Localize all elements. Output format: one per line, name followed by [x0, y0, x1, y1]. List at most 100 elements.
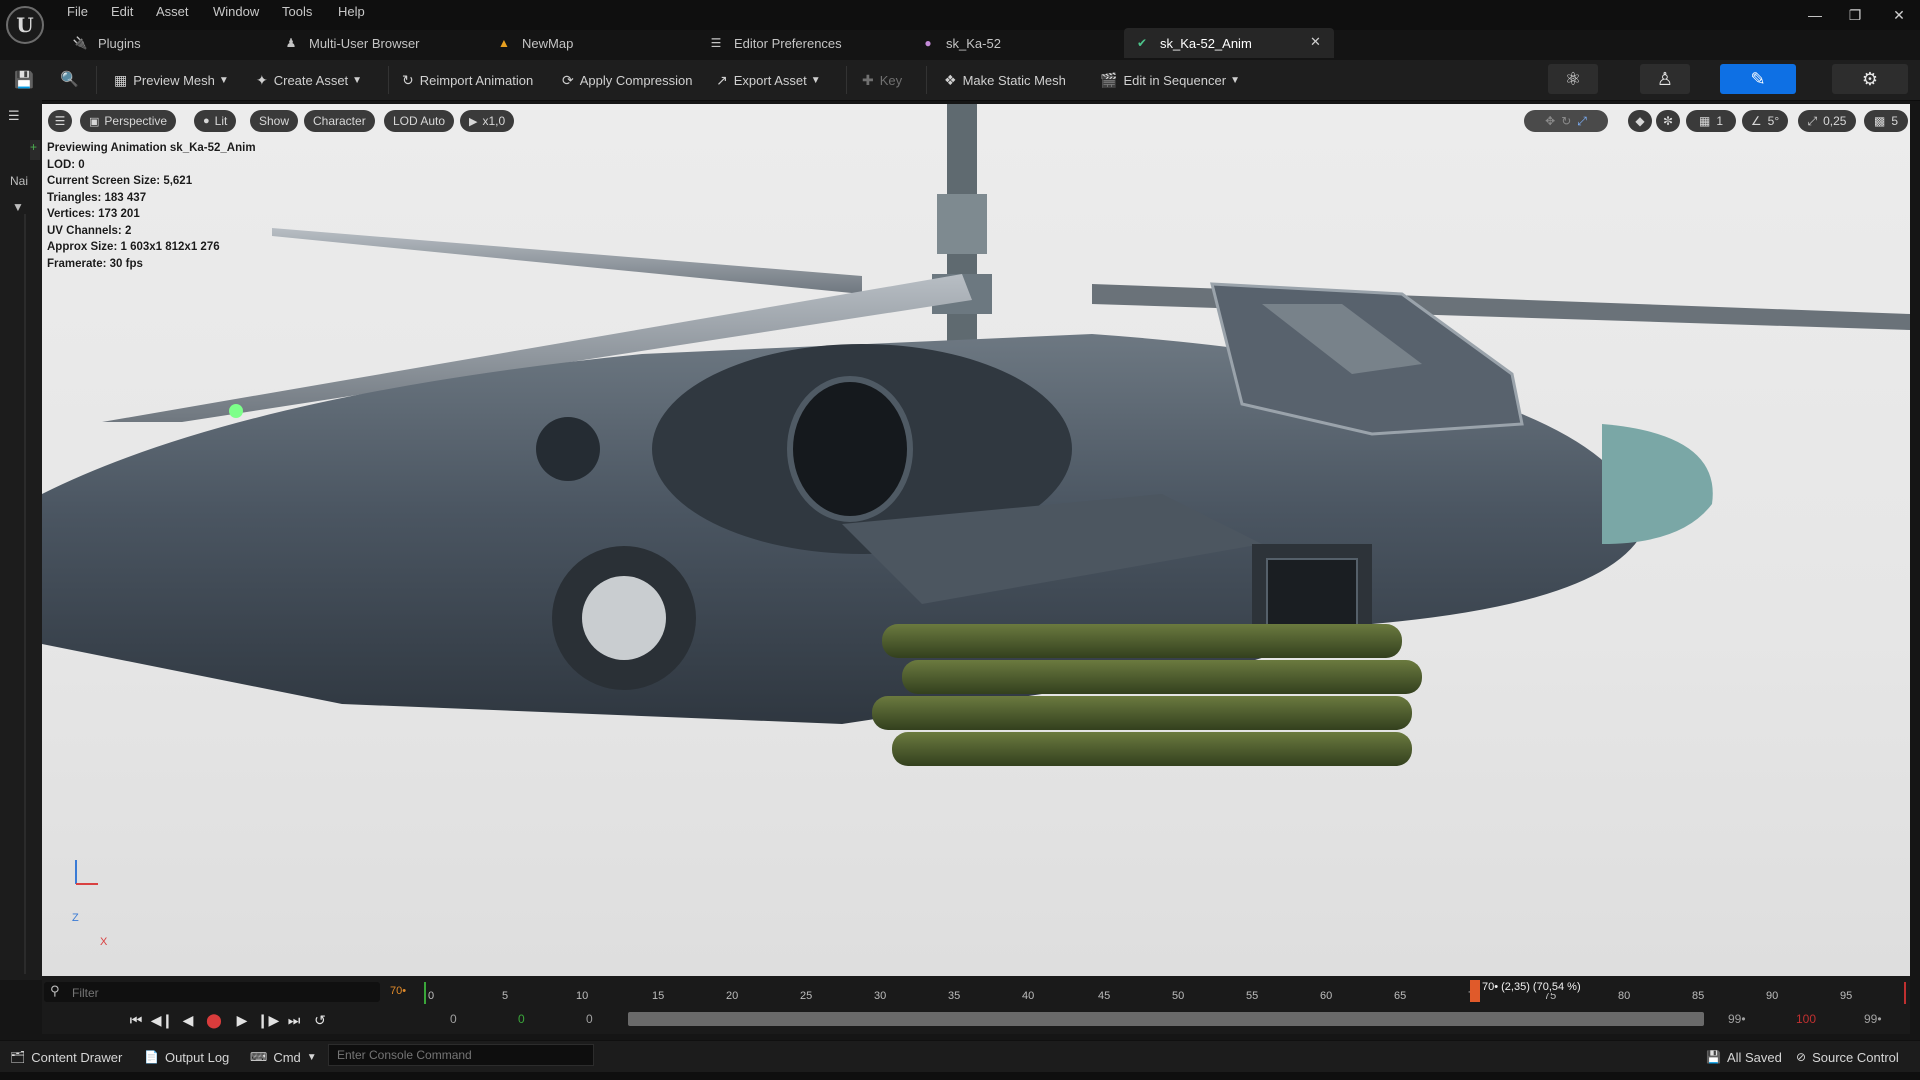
- tab-label: sk_Ka-52: [946, 35, 1001, 51]
- browse-asset-icon[interactable]: 🔍: [60, 70, 80, 90]
- make-static-mesh-button[interactable]: ❖ Make Static Mesh: [944, 68, 1066, 92]
- camera-speed-button[interactable]: ▩ 5: [1864, 110, 1908, 132]
- key-button[interactable]: ✚ Key: [862, 68, 902, 92]
- export-asset-label: Export Asset: [733, 72, 807, 88]
- speed-label: x1,0: [482, 114, 506, 128]
- minimize-icon[interactable]: —: [1800, 4, 1830, 26]
- filter-input[interactable]: [70, 982, 374, 1004]
- tab-sk-ka-52[interactable]: ● sk_Ka-52: [920, 30, 1001, 56]
- tree-line: [24, 214, 26, 974]
- create-asset-button[interactable]: ✦ Create Asset ▼: [256, 68, 362, 92]
- menu-help[interactable]: Help: [338, 4, 365, 19]
- save-icon[interactable]: 💾: [14, 70, 34, 90]
- menu-asset[interactable]: Asset: [156, 4, 189, 19]
- play-icon[interactable]: ▶: [232, 1010, 252, 1030]
- range-end-value[interactable]: 99•: [1864, 1012, 1882, 1026]
- close-tab-icon[interactable]: ✕: [1310, 34, 1321, 50]
- show-button[interactable]: Show: [250, 110, 299, 132]
- mesh-mode-icon[interactable]: ♙: [1640, 64, 1690, 94]
- panel-icon[interactable]: ☰: [8, 108, 20, 124]
- reimport-label: Reimport Animation: [419, 72, 534, 88]
- step-forward-icon[interactable]: ❙▶: [257, 1010, 280, 1030]
- console-command-input[interactable]: [328, 1044, 594, 1066]
- map-icon: ▲: [498, 36, 510, 50]
- lit-button[interactable]: ● Lit: [194, 110, 237, 132]
- viewport-stats: Previewing Animation sk_Ka-52_Anim LOD: …: [47, 140, 256, 272]
- perspective-button[interactable]: ▣ Perspective: [80, 110, 177, 132]
- menu-tools[interactable]: Tools: [282, 4, 312, 19]
- left-panel-strip: [0, 100, 42, 980]
- apply-compression-button[interactable]: ⟳ Apply Compression: [562, 68, 692, 92]
- tab-sk-ka-52-anim[interactable]: ✔ sk_Ka-52_Anim: [1134, 30, 1252, 56]
- filter-icon[interactable]: ▼: [12, 200, 24, 214]
- restore-icon[interactable]: ❐: [1840, 4, 1870, 26]
- menu-window[interactable]: Window: [213, 4, 259, 19]
- tab-editor-preferences[interactable]: ☰ Editor Preferences: [708, 30, 842, 56]
- playback-end-value[interactable]: 100: [1796, 1012, 1816, 1026]
- end-marker[interactable]: [1904, 982, 1906, 1004]
- tab-newmap[interactable]: ▲ NewMap: [496, 30, 573, 56]
- animation-mode-icon[interactable]: ✎: [1720, 64, 1796, 94]
- angle-snap-button[interactable]: ∠ 5°: [1742, 110, 1788, 132]
- playhead-label: 70• (2,35) (70,54 %): [1480, 981, 1583, 993]
- tab-label: Plugins: [98, 35, 141, 51]
- tab-plugins[interactable]: 🔌 Plugins: [72, 30, 141, 56]
- lod-label: LOD Auto: [393, 114, 446, 128]
- animation-viewport[interactable]: [42, 104, 1910, 976]
- view-start-value[interactable]: 0: [586, 1012, 593, 1026]
- skip-to-start-icon[interactable]: ⏮: [126, 1010, 146, 1030]
- surface-snap-icon[interactable]: ✼: [1656, 110, 1680, 132]
- menu-edit[interactable]: Edit: [111, 4, 133, 19]
- skeleton-mode-icon[interactable]: ⚛: [1548, 64, 1598, 94]
- play-reverse-icon[interactable]: ◀: [178, 1010, 198, 1030]
- loop-icon[interactable]: ↺: [310, 1010, 330, 1030]
- timeline-scrollbar[interactable]: [628, 1012, 1704, 1026]
- preview-mesh-button[interactable]: ▦ Preview Mesh ▼: [114, 68, 229, 92]
- all-saved-button[interactable]: 💾 All Saved: [1706, 1048, 1782, 1066]
- step-back-icon[interactable]: ◀❙: [151, 1010, 174, 1030]
- missile-tube: [872, 696, 1412, 730]
- missile-tube: [892, 732, 1412, 766]
- tick-label: 60: [1320, 990, 1333, 1002]
- start-marker[interactable]: [424, 982, 426, 1004]
- viewport-menu-icon[interactable]: ☰: [48, 110, 72, 132]
- reimport-icon: ↻: [402, 71, 414, 88]
- unreal-logo-icon[interactable]: U: [6, 6, 44, 44]
- physics-mode-icon[interactable]: ⚙: [1832, 64, 1908, 94]
- local-space-icon[interactable]: ◆: [1628, 110, 1652, 132]
- content-drawer-button[interactable]: 🗂 Content Drawer: [10, 1048, 122, 1066]
- track-filter[interactable]: ⚲: [44, 982, 380, 1004]
- playback-start-value[interactable]: 0: [518, 1012, 525, 1026]
- lod-auto-button[interactable]: LOD Auto: [384, 110, 455, 132]
- cmd-dropdown[interactable]: ⌨ Cmd ▼: [250, 1048, 317, 1066]
- transform-tools-group[interactable]: ✥ ↻ ⤢: [1524, 110, 1608, 132]
- scale-snap-button[interactable]: ⤢ 0,25: [1798, 110, 1856, 132]
- sliders-icon: ☰: [710, 36, 722, 50]
- perspective-label: Perspective: [104, 114, 168, 128]
- left-tab-label[interactable]: Nai: [10, 174, 28, 188]
- source-control-button[interactable]: ⊘ Source Control: [1796, 1048, 1899, 1066]
- playback-speed-button[interactable]: ▶ x1,0: [460, 110, 515, 132]
- output-log-button[interactable]: 📄 Output Log: [144, 1048, 229, 1066]
- export-asset-button[interactable]: ↗ Export Asset ▼: [716, 68, 821, 92]
- scale-value: 0,25: [1823, 114, 1847, 128]
- exhaust-port: [536, 417, 600, 481]
- grid-snap-button[interactable]: ▦ 1: [1686, 110, 1736, 132]
- add-icon[interactable]: +: [30, 140, 40, 160]
- menu-file[interactable]: File: [67, 4, 88, 19]
- record-icon[interactable]: ⬤: [204, 1010, 224, 1030]
- playhead[interactable]: [1470, 980, 1480, 1002]
- skip-to-end-icon[interactable]: ⏭: [284, 1010, 304, 1030]
- output-log-label: Output Log: [164, 1049, 230, 1065]
- tab-label: sk_Ka-52_Anim: [1160, 35, 1252, 51]
- edit-in-sequencer-button[interactable]: 🎬 Edit in Sequencer ▼: [1100, 68, 1240, 92]
- view-end-value[interactable]: 99•: [1728, 1012, 1746, 1026]
- reimport-animation-button[interactable]: ↻ Reimport Animation: [402, 68, 533, 92]
- tab-multi-user-browser[interactable]: ♟ Multi-User Browser: [283, 30, 420, 56]
- engine-intake: [787, 376, 913, 522]
- character-button[interactable]: Character: [304, 110, 375, 132]
- range-start-value[interactable]: 0: [450, 1012, 457, 1026]
- close-window-icon[interactable]: ✕: [1884, 4, 1914, 26]
- tick-label: 55: [1246, 990, 1259, 1002]
- stat-line: Previewing Animation sk_Ka-52_Anim: [47, 142, 256, 154]
